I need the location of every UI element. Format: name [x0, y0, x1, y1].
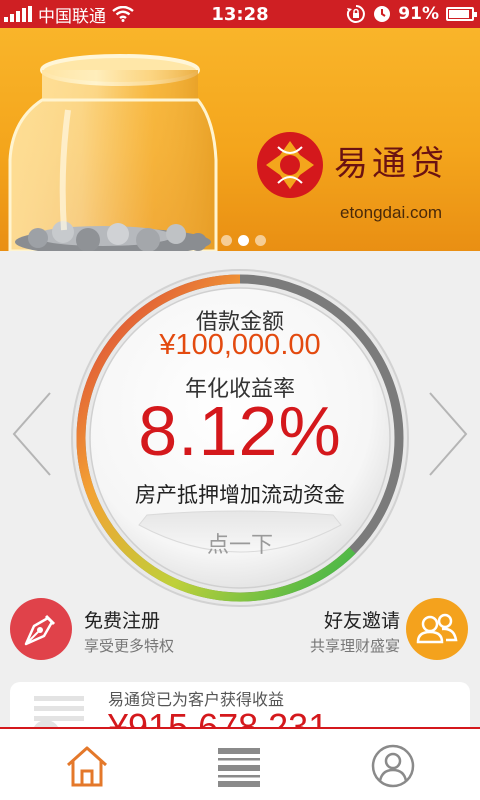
invite-subtitle: 共享理财盛宴	[309, 637, 400, 655]
pen-nib-icon	[24, 614, 56, 646]
invite-title: 好友邀请	[323, 610, 400, 632]
carousel-dot[interactable]	[255, 235, 266, 246]
promo-banner[interactable]: 易通贷 etongdai.com	[0, 28, 480, 251]
friends-icon	[416, 613, 458, 644]
loan-product-card: 借款金额 ¥100,000.00 年化收益率 8.12% 房产抵押增加流动资金 …	[0, 251, 480, 607]
etongdai-logo	[257, 132, 323, 198]
carousel-dot[interactable]	[221, 235, 232, 246]
list-icon[interactable]	[216, 743, 262, 789]
brand-name: 易通贷	[334, 144, 448, 184]
previous-arrow-icon[interactable]	[10, 391, 54, 477]
register-button[interactable]: 免费注册 享受更多特权	[10, 598, 240, 662]
invite-icon-circle	[406, 598, 468, 660]
next-arrow-icon[interactable]	[426, 391, 470, 477]
carousel-indicator	[221, 235, 266, 246]
bottom-tab-bar	[0, 727, 480, 800]
rotation-lock-icon	[347, 5, 366, 23]
status-bar: 中国联通 13:28 91%	[0, 0, 480, 28]
loan-amount-value: ¥100,000.00	[159, 329, 321, 361]
home-icon[interactable]	[64, 743, 110, 789]
brand-url: etongdai.com	[340, 203, 443, 222]
battery-icon	[446, 7, 477, 21]
tap-to-view-button[interactable]: 点一下	[130, 513, 350, 575]
signal-icon	[4, 6, 32, 22]
wifi-icon	[112, 6, 134, 22]
battery-percent: 91%	[398, 4, 439, 24]
invite-friends-button[interactable]: 好友邀请 共享理财盛宴	[240, 598, 470, 662]
alarm-icon	[374, 6, 391, 22]
annual-rate-value: 8.12%	[138, 392, 342, 470]
product-title: 房产抵押增加流动资金	[135, 483, 345, 507]
coin-jar-image	[8, 54, 218, 251]
register-icon-circle	[10, 598, 72, 660]
carousel-dot[interactable]	[238, 235, 249, 246]
register-title: 免费注册	[84, 610, 161, 632]
register-subtitle: 享受更多特权	[84, 637, 175, 655]
carrier-name: 中国联通	[38, 6, 106, 27]
user-icon[interactable]	[370, 743, 416, 789]
